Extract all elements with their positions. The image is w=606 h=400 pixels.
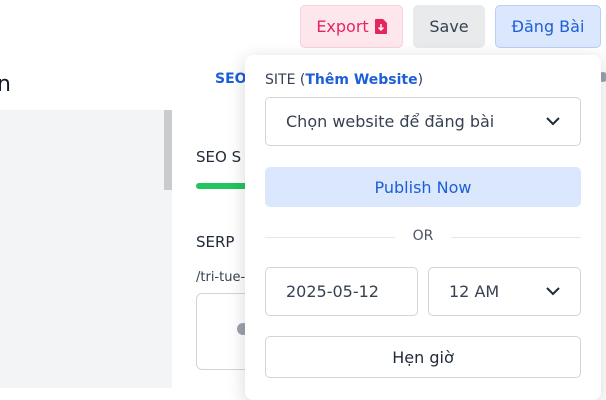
- site-label-text: SITE: [265, 72, 296, 88]
- serp-slug: /tri-tue-: [196, 270, 246, 285]
- site-select[interactable]: Chọn website để đăng bài: [265, 97, 581, 146]
- save-button[interactable]: Save: [413, 5, 485, 48]
- file-download-icon: [374, 19, 387, 34]
- or-divider-text: OR: [412, 228, 434, 244]
- seo-score-label: SEO S: [196, 148, 242, 166]
- editor-panel: [0, 110, 172, 388]
- or-divider-right: [451, 237, 581, 238]
- add-website-link[interactable]: Thêm Website: [305, 72, 417, 88]
- editor-scrollbar[interactable]: [164, 110, 172, 190]
- chevron-down-icon: [546, 286, 560, 295]
- schedule-date-input[interactable]: 2025-05-12: [265, 267, 418, 316]
- serp-label: SERP: [196, 233, 235, 251]
- export-button[interactable]: Export: [300, 5, 403, 48]
- export-label: Export: [316, 17, 369, 36]
- page-title-fragment: n: [0, 72, 11, 97]
- chevron-down-icon: [546, 116, 560, 125]
- schedule-time-value: 12 AM: [449, 282, 500, 301]
- site-select-placeholder: Chọn website để đăng bài: [286, 112, 495, 131]
- publish-popover: SITE (Thêm Website) Chọn website để đăng…: [245, 55, 601, 400]
- schedule-time-select[interactable]: 12 AM: [428, 267, 581, 316]
- schedule-button[interactable]: Hẹn giờ: [265, 336, 581, 378]
- tab-seo[interactable]: SEO: [215, 71, 247, 87]
- publish-post-button[interactable]: Đăng Bài: [495, 5, 601, 48]
- site-label: SITE (Thêm Website): [265, 72, 424, 88]
- publish-now-button[interactable]: Publish Now: [265, 167, 581, 207]
